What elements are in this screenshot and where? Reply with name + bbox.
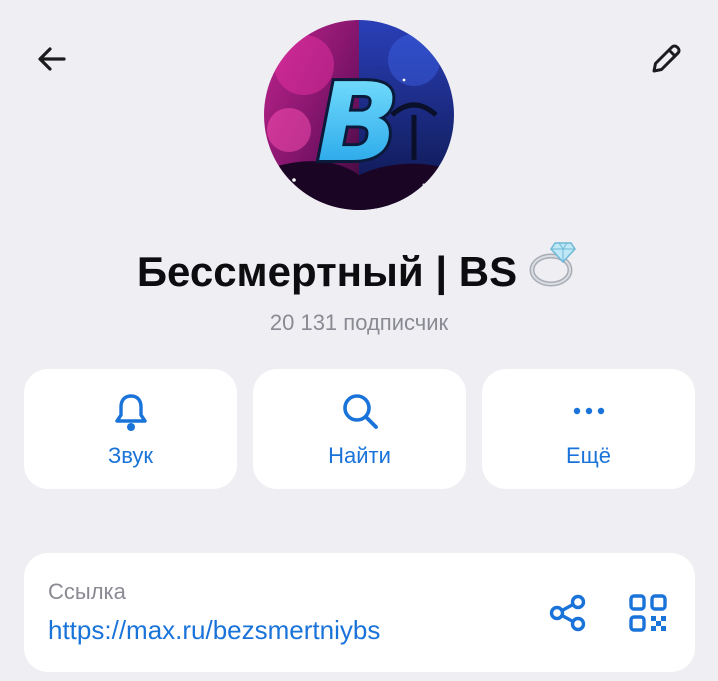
sound-button[interactable]: Звук bbox=[24, 369, 237, 489]
channel-link[interactable]: https://max.ru/bezsmertniybs bbox=[48, 613, 380, 647]
arrow-left-icon bbox=[38, 47, 66, 71]
more-dots-icon bbox=[573, 407, 604, 415]
link-label: Ссылка bbox=[48, 579, 126, 604]
link-card: Ссылка https://max.ru/bezsmertniybs bbox=[24, 553, 695, 672]
search-icon bbox=[342, 394, 378, 429]
qr-code-icon bbox=[629, 594, 667, 632]
channel-name-text: Бессмертный | BS bbox=[136, 248, 518, 295]
back-button[interactable] bbox=[24, 31, 80, 87]
channel-logo: B bbox=[264, 20, 454, 210]
more-button[interactable]: Ещё bbox=[482, 369, 695, 489]
pencil-icon bbox=[652, 44, 681, 73]
avatar-letter: B bbox=[317, 61, 399, 186]
ring-emoji bbox=[525, 240, 581, 302]
bell-icon bbox=[114, 394, 147, 431]
channel-title: Бессмертный | BS bbox=[0, 242, 718, 302]
edit-button[interactable] bbox=[638, 31, 694, 87]
qr-code-button[interactable] bbox=[622, 589, 674, 637]
subscriber-count: 20 131 подписчик bbox=[269, 310, 449, 335]
share-button[interactable] bbox=[542, 589, 594, 637]
sound-label: Звук bbox=[107, 443, 154, 468]
share-icon bbox=[549, 594, 586, 632]
channel-avatar[interactable]: B bbox=[264, 20, 454, 210]
search-button[interactable]: Найти bbox=[253, 369, 466, 489]
search-label: Найти bbox=[328, 443, 391, 468]
more-label: Ещё bbox=[565, 443, 611, 468]
